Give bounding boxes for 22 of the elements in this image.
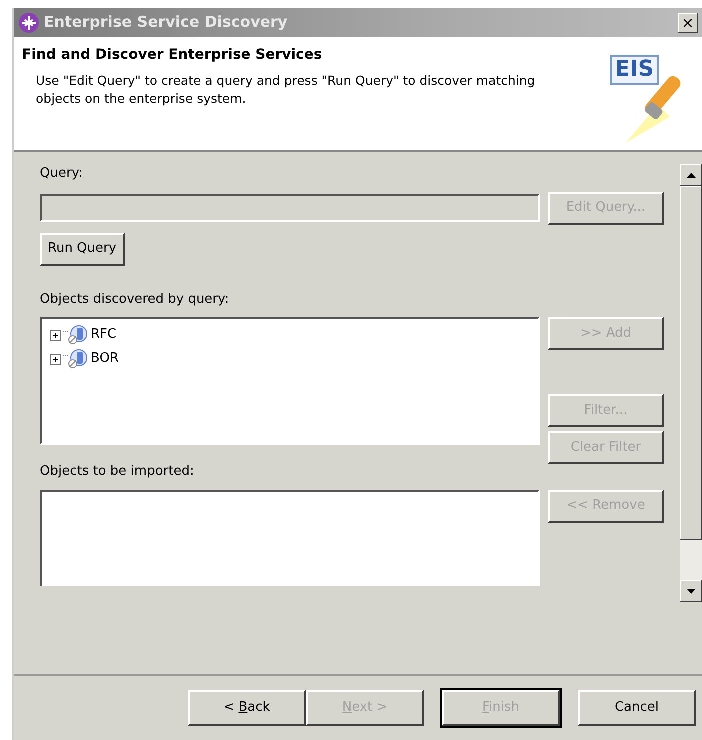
object-icon bbox=[63, 348, 89, 370]
discovered-label: Objects discovered by query: bbox=[40, 290, 230, 308]
logo-text: EIS bbox=[610, 55, 660, 85]
imported-label: Objects to be imported: bbox=[40, 463, 196, 481]
cancel-button[interactable]: Cancel bbox=[578, 690, 696, 726]
app-logo-icon bbox=[18, 12, 40, 34]
tree-item[interactable]: BOR bbox=[91, 349, 119, 369]
window-title: Enterprise Service Discovery bbox=[44, 12, 288, 34]
scroll-down-icon[interactable] bbox=[686, 588, 696, 594]
tree-item[interactable]: RFC bbox=[91, 325, 117, 345]
close-button[interactable]: × bbox=[678, 12, 698, 32]
discovered-tree[interactable]: RFC BOR bbox=[40, 317, 540, 445]
page-description: Use "Edit Query" to create a query and press "Run Query" to discover matching objects on the enterprise system. bbox=[36, 72, 536, 108]
expand-icon[interactable] bbox=[50, 330, 61, 340]
object-icon bbox=[63, 324, 89, 346]
back-button[interactable]: < Back bbox=[188, 690, 306, 726]
imported-list[interactable] bbox=[40, 490, 540, 586]
page-title: Find and Discover Enterprise Services bbox=[22, 46, 324, 65]
expand-icon[interactable] bbox=[50, 354, 61, 364]
query-label: Query: bbox=[40, 165, 84, 183]
scrollbar[interactable] bbox=[680, 164, 702, 602]
scroll-up-icon[interactable] bbox=[686, 172, 696, 178]
